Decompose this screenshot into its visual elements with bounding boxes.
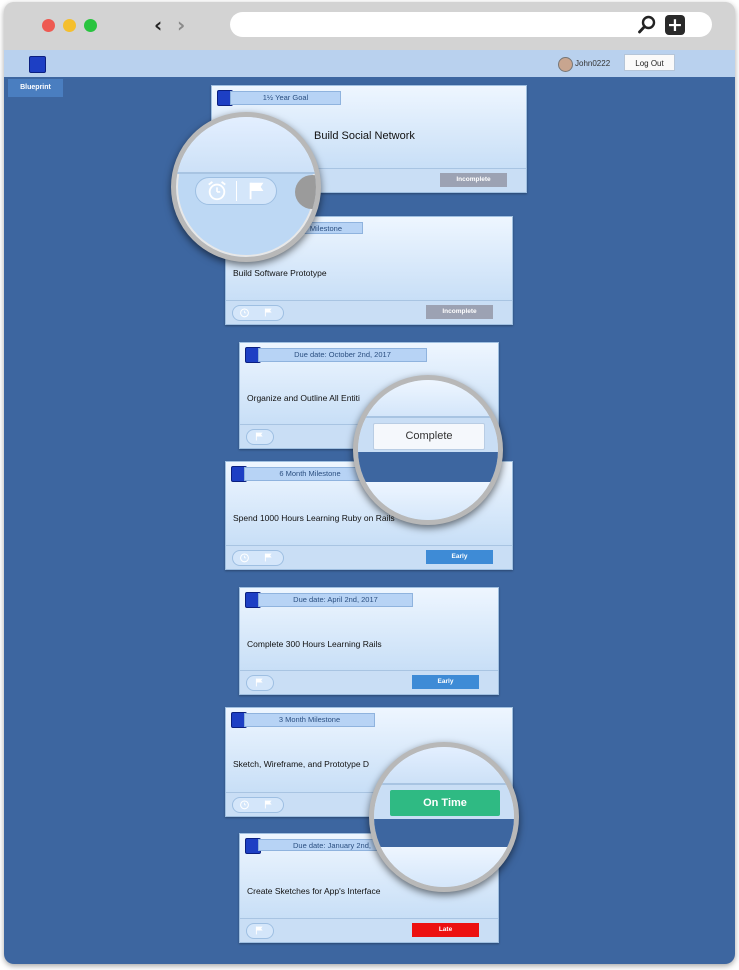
card-footer: Early — [240, 670, 498, 694]
lens-next-card — [358, 482, 498, 520]
card-title: Create Sketches for App's Interface — [247, 886, 381, 896]
task-card[interactable]: Due date: April 2nd, 2017 Complete 300 H… — [239, 587, 499, 695]
lens-card-surface — [358, 380, 498, 416]
alarm-icon[interactable] — [239, 552, 250, 563]
magnifier-action-icons — [171, 112, 321, 262]
flag-icon[interactable] — [254, 925, 265, 936]
status-badge: Early — [426, 550, 493, 564]
lens-card-surface — [374, 747, 514, 783]
alarm-icon[interactable] — [206, 180, 228, 202]
lens-next-card — [374, 847, 514, 887]
card-actions — [246, 923, 274, 939]
card-title: Organize and Outline All Entiti — [247, 393, 360, 403]
username-label: John0222 — [575, 59, 611, 68]
app-content: John0222 Log Out Blueprint 1½ Year Goal … — [4, 50, 735, 964]
tab-blueprint[interactable]: Blueprint — [8, 79, 63, 97]
browser-window: ‹ › + John0222 Log Out Blueprint 1½ Year… — [4, 2, 735, 964]
alarm-icon[interactable] — [239, 799, 250, 810]
card-label: Due date: January 2nd, — [258, 839, 388, 851]
status-badge: Incomplete — [440, 173, 507, 187]
alarm-icon[interactable] — [239, 307, 250, 318]
app-header: John0222 Log Out — [4, 50, 735, 77]
maximize-window-button[interactable] — [84, 19, 97, 32]
magnifier-on-time: On Time — [369, 742, 519, 892]
complete-button[interactable]: Complete — [373, 423, 485, 450]
logout-button[interactable]: Log Out — [624, 54, 675, 71]
back-arrow-icon[interactable]: ‹ — [154, 14, 162, 36]
status-badge: Late — [412, 923, 479, 937]
lens-grey-shape — [295, 175, 316, 209]
card-label: Due date: October 2nd, 2017 — [258, 348, 427, 362]
card-label: 1½ Year Goal — [230, 91, 341, 105]
forward-arrow-icon[interactable]: › — [177, 14, 185, 36]
minimize-window-button[interactable] — [63, 19, 76, 32]
flag-icon[interactable] — [254, 677, 265, 688]
on-time-button[interactable]: On Time — [390, 790, 500, 816]
card-actions — [232, 550, 284, 566]
status-badge: Early — [412, 675, 479, 689]
lens-card-surface — [176, 117, 316, 172]
card-actions — [232, 305, 284, 321]
card-label: Due date: April 2nd, 2017 — [258, 593, 413, 607]
lens-divider — [176, 172, 316, 174]
lens-action-pill — [195, 177, 277, 205]
search-icon[interactable] — [637, 15, 657, 35]
flag-icon[interactable] — [263, 799, 274, 810]
card-label: 3 Month Milestone — [244, 713, 375, 727]
avatar[interactable] — [558, 57, 573, 72]
lens-page-bg — [358, 452, 498, 482]
browser-titlebar: ‹ › + — [4, 2, 735, 50]
card-actions — [246, 675, 274, 691]
close-window-button[interactable] — [42, 19, 55, 32]
flag-icon[interactable] — [263, 307, 274, 318]
magnifier-complete: Complete — [353, 375, 503, 525]
card-actions — [232, 797, 284, 813]
card-title: Complete 300 Hours Learning Rails — [247, 639, 382, 649]
card-title: Sketch, Wireframe, and Prototype D — [233, 759, 370, 769]
new-tab-button[interactable]: + — [665, 15, 685, 35]
card-actions — [246, 429, 274, 445]
status-badge: Incomplete — [426, 305, 493, 319]
flag-icon[interactable] — [263, 552, 274, 563]
card-footer: Incomplete — [226, 300, 512, 324]
card-footer: Early — [226, 545, 512, 569]
card-title: Build Software Prototype — [233, 268, 327, 278]
app-logo-icon[interactable] — [29, 56, 46, 73]
lens-pill-divider — [236, 181, 237, 201]
lens-page-bg — [374, 819, 514, 847]
flag-icon[interactable] — [246, 180, 268, 202]
card-footer: Late — [240, 918, 498, 942]
flag-icon[interactable] — [254, 431, 265, 442]
card-title: Build Social Network — [314, 130, 415, 142]
